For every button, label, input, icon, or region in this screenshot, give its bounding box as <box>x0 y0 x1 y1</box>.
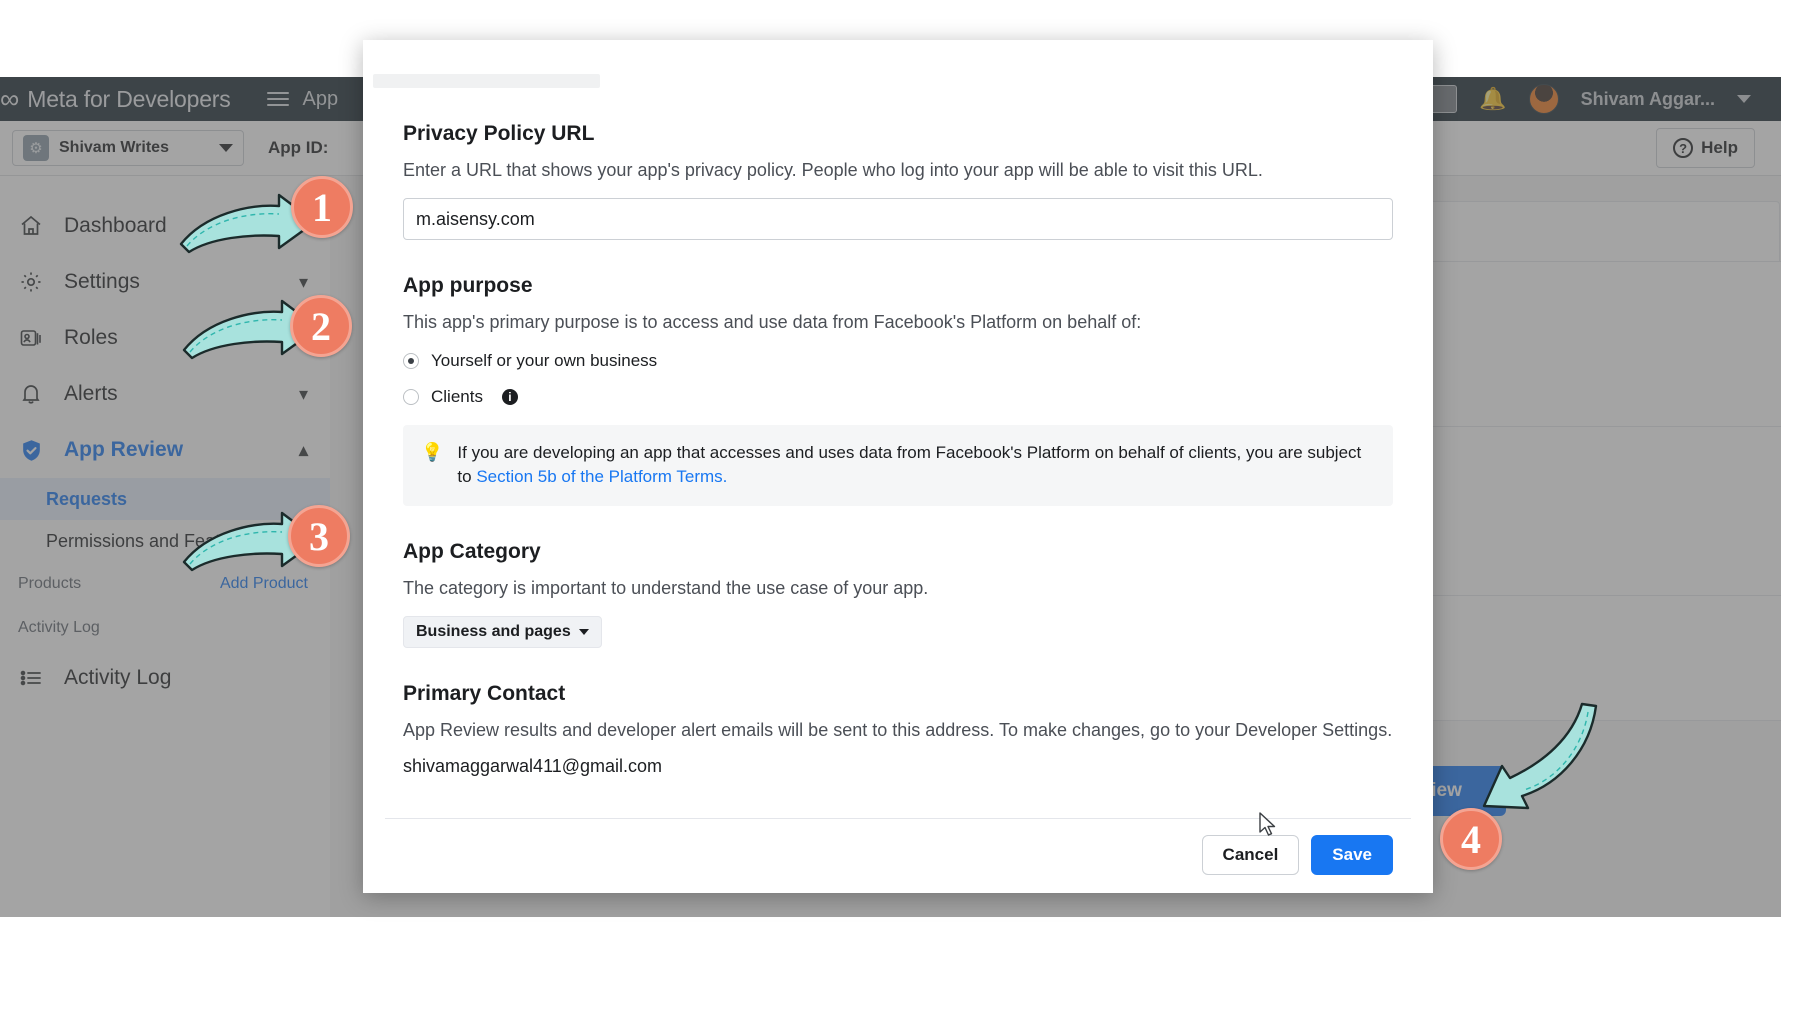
sidebar-item-label: App Review <box>64 438 183 462</box>
sidebar-item-label: Roles <box>64 326 118 350</box>
help-button-label: Help <box>1701 138 1738 158</box>
radio-option-yourself[interactable]: Yourself or your own business <box>403 351 1393 371</box>
screenshot-root: ∞ Meta for Developers App 🔔 Shivam Aggar… <box>0 0 1800 1013</box>
gear-icon <box>18 269 44 295</box>
chevron-down-icon[interactable]: ▾ <box>299 384 308 405</box>
clients-tip-text: If you are developing an app that access… <box>457 441 1375 490</box>
step-badge-3-label: 3 <box>309 513 329 560</box>
activity-log-section-label: Activity Log <box>18 619 100 637</box>
sidebar-item-label: Dashboard <box>64 214 167 238</box>
radio-option-clients[interactable]: Clients i <box>403 387 1393 407</box>
radio-button-yourself[interactable] <box>403 353 419 369</box>
bell-icon <box>18 381 44 407</box>
sidebar-item-label: Settings <box>64 270 140 294</box>
app-purpose-description: This app's primary purpose is to access … <box>403 310 1393 334</box>
radio-label-yourself: Yourself or your own business <box>431 351 657 371</box>
sidebar-item-app-review[interactable]: App Review ▴ <box>0 422 330 478</box>
sidebar-subitem-label: Requests <box>46 489 127 510</box>
brand-title: Meta for Developers <box>27 86 230 113</box>
lightbulb-icon: 💡 <box>421 441 443 490</box>
topbar-app-label[interactable]: App <box>303 88 339 111</box>
radio-button-clients[interactable] <box>403 389 419 405</box>
sidebar-item-activity-log[interactable]: Activity Log <box>0 650 330 706</box>
annotation-arrow-4 <box>1478 700 1603 820</box>
chevron-down-icon <box>579 629 589 635</box>
cancel-button-label: Cancel <box>1223 845 1279 865</box>
save-button[interactable]: Save <box>1311 835 1393 875</box>
step-badge-4: 4 <box>1440 808 1502 870</box>
roles-icon <box>18 325 44 351</box>
step-badge-1: 1 <box>291 176 353 238</box>
info-icon[interactable]: i <box>502 389 518 405</box>
help-button[interactable]: ? Help <box>1656 128 1755 168</box>
step-badge-1-label: 1 <box>312 184 332 231</box>
step-badge-4-label: 4 <box>1461 816 1481 863</box>
radio-label-clients: Clients <box>431 387 483 407</box>
shield-check-icon <box>18 437 44 463</box>
clients-tip-box: 💡 If you are developing an app that acce… <box>403 425 1393 506</box>
primary-contact-description: App Review results and developer alert e… <box>403 718 1393 742</box>
step-badge-2: 2 <box>290 295 352 357</box>
app-selector-dropdown[interactable]: ⚙ Shivam Writes <box>12 130 244 166</box>
modal-scrolled-content-placeholder <box>373 74 600 88</box>
cancel-button[interactable]: Cancel <box>1202 835 1300 875</box>
app-avatar-icon: ⚙ <box>23 135 49 161</box>
sidebar-activity-log-section: Activity Log <box>0 606 330 650</box>
sidebar-item-label: Alerts <box>64 382 118 406</box>
home-icon <box>18 213 44 239</box>
chevron-down-icon[interactable] <box>1737 95 1751 103</box>
app-selector-label: Shivam Writes <box>59 139 169 157</box>
user-name-label: Shivam Aggar... <box>1581 89 1715 110</box>
privacy-policy-description: Enter a URL that shows your app's privac… <box>403 158 1393 182</box>
meta-brand[interactable]: ∞ Meta for Developers <box>0 86 231 113</box>
privacy-policy-heading: Privacy Policy URL <box>403 122 1393 146</box>
sidebar-item-label: Activity Log <box>64 666 171 690</box>
step-badge-2-label: 2 <box>311 303 331 350</box>
primary-contact-heading: Primary Contact <box>403 682 1393 706</box>
sidebar-item-alerts[interactable]: Alerts ▾ <box>0 366 330 422</box>
products-label: Products <box>18 575 81 593</box>
app-category-selected-label: Business and pages <box>416 623 571 641</box>
chevron-up-icon[interactable]: ▴ <box>299 440 308 461</box>
app-purpose-heading: App purpose <box>403 274 1393 298</box>
hamburger-menu-icon[interactable] <box>267 92 289 106</box>
platform-terms-link[interactable]: Section 5b of the Platform Terms. <box>476 467 727 486</box>
mouse-cursor-icon <box>1258 812 1278 838</box>
meta-infinity-logo-icon: ∞ <box>0 86 19 113</box>
modal-body: Privacy Policy URL Enter a URL that show… <box>363 88 1433 818</box>
app-category-heading: App Category <box>403 540 1393 564</box>
chevron-down-icon <box>219 144 233 152</box>
privacy-policy-url-input[interactable] <box>403 198 1393 240</box>
avatar[interactable] <box>1529 84 1559 114</box>
chevron-down-icon[interactable]: ▾ <box>299 272 308 293</box>
app-category-description: The category is important to understand … <box>403 576 1393 600</box>
bell-icon[interactable]: 🔔 <box>1479 86 1506 112</box>
step-badge-3: 3 <box>288 505 350 567</box>
primary-contact-email: shivamaggarwal411@gmail.com <box>403 756 1393 777</box>
question-mark-icon: ? <box>1673 138 1693 158</box>
save-button-label: Save <box>1332 845 1372 865</box>
edit-app-details-modal: Privacy Policy URL Enter a URL that show… <box>363 40 1433 893</box>
app-id-label: App ID: <box>268 138 328 158</box>
list-icon <box>18 665 44 691</box>
app-category-dropdown[interactable]: Business and pages <box>403 616 602 648</box>
